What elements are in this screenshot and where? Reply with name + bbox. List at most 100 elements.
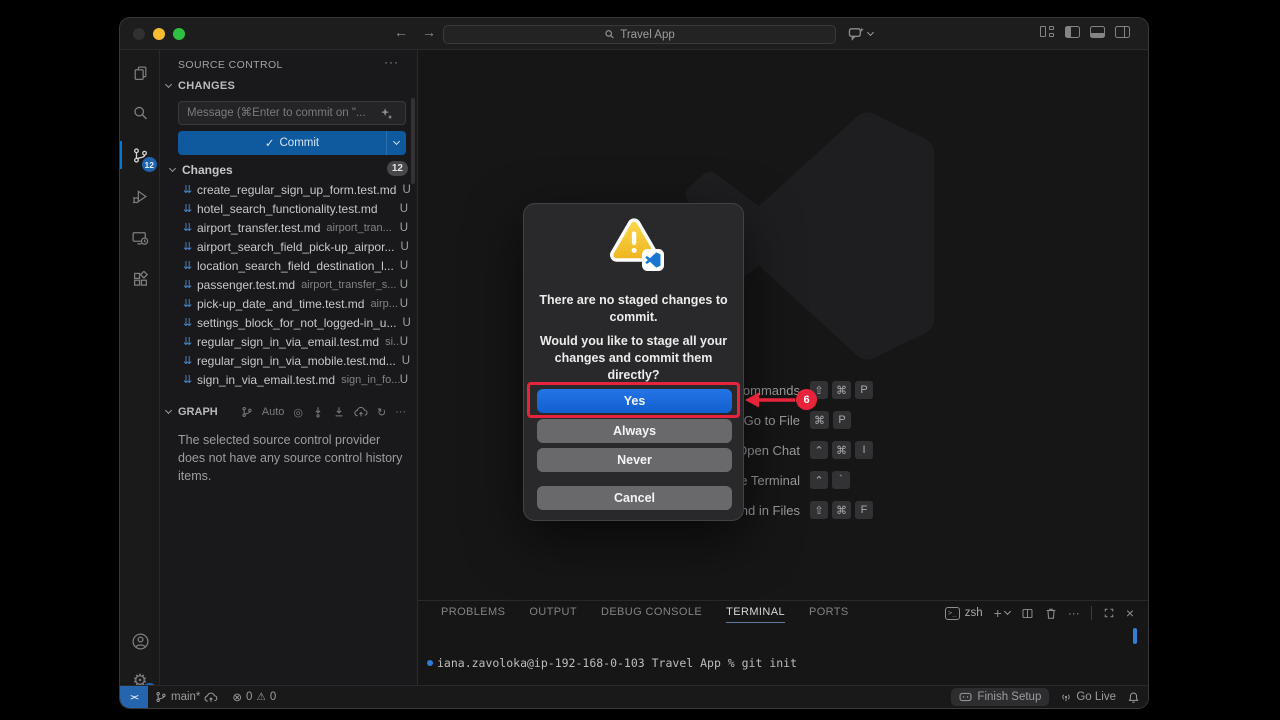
remote-explorer-icon[interactable] bbox=[120, 218, 160, 256]
file-row[interactable]: ⇊sign_in_via_email.test.mdsign_in_fo...U bbox=[160, 370, 418, 389]
never-button[interactable]: Never bbox=[537, 448, 732, 472]
branch-icon[interactable] bbox=[241, 406, 253, 418]
cancel-button[interactable]: Cancel bbox=[537, 486, 732, 510]
accounts-icon[interactable] bbox=[120, 622, 160, 660]
toggle-primary-sidebar-icon[interactable] bbox=[1065, 26, 1080, 38]
file-row[interactable]: ⇊create_regular_sign_up_form.test.mdU bbox=[160, 180, 418, 199]
tab-problems[interactable]: PROBLEMS bbox=[441, 606, 505, 623]
file-row[interactable]: ⇊settings_block_for_not_logged-in_u...U bbox=[160, 313, 418, 332]
test-file-icon: ⇊ bbox=[183, 259, 197, 272]
minimize-window-button[interactable] bbox=[153, 28, 165, 40]
panel-tabs: PROBLEMS OUTPUT DEBUG CONSOLE TERMINAL P… bbox=[441, 606, 849, 623]
zoom-window-button[interactable] bbox=[173, 28, 185, 40]
extensions-icon[interactable] bbox=[120, 260, 160, 298]
copilot-menu[interactable] bbox=[848, 26, 873, 41]
file-row[interactable]: ⇊location_search_field_destination_l...U bbox=[160, 256, 418, 275]
test-file-icon: ⇊ bbox=[183, 221, 197, 234]
publish-cloud-icon bbox=[204, 692, 218, 703]
close-panel-icon[interactable]: × bbox=[1126, 605, 1134, 621]
notifications-bell-icon[interactable] bbox=[1127, 691, 1140, 704]
file-row[interactable]: ⇊pick-up_date_and_time.test.mdairp...U bbox=[160, 294, 418, 313]
forward-icon[interactable]: → bbox=[420, 24, 438, 40]
status-bar: >< main* ⊗ 0 ⚠ 0 Finish Setup Go Live bbox=[120, 685, 1148, 708]
generate-commit-message-icon[interactable] bbox=[380, 107, 393, 120]
file-row[interactable]: ⇊regular_sign_in_via_email.test.mdsi...U bbox=[160, 332, 418, 351]
finish-setup-button[interactable]: Finish Setup bbox=[951, 688, 1049, 706]
tab-debug-console[interactable]: DEBUG CONSOLE bbox=[601, 606, 702, 623]
maximize-panel-icon[interactable] bbox=[1103, 607, 1115, 619]
customize-layout-icon[interactable] bbox=[1040, 26, 1055, 38]
terminal-scrollbar[interactable] bbox=[1133, 628, 1137, 644]
key-cmd: ⌘ bbox=[810, 411, 829, 429]
chevron-down-icon bbox=[165, 407, 172, 414]
tab-output[interactable]: OUTPUT bbox=[529, 606, 577, 623]
kill-terminal-trash-icon[interactable] bbox=[1045, 607, 1057, 620]
test-file-icon: ⇊ bbox=[183, 354, 197, 367]
chevron-down-icon bbox=[1004, 608, 1011, 615]
back-icon[interactable]: ← bbox=[392, 24, 410, 40]
remote-indicator[interactable]: >< bbox=[120, 686, 148, 709]
graph-section-header[interactable]: GRAPH Auto ◎ ↻ ··· bbox=[166, 403, 412, 421]
source-control-icon[interactable]: 12 bbox=[120, 136, 160, 174]
commit-button-label: Commit bbox=[280, 137, 320, 149]
tab-ports[interactable]: PORTS bbox=[809, 606, 849, 623]
file-row[interactable]: ⇊passenger.test.mdairport_transfer_s...U bbox=[160, 275, 418, 294]
graph-empty-message: The selected source control provider doe… bbox=[178, 431, 404, 485]
history-nav: ← → bbox=[392, 24, 438, 40]
test-file-icon: ⇊ bbox=[183, 202, 197, 215]
vscode-badge-icon bbox=[642, 249, 664, 271]
go-live-button[interactable]: Go Live bbox=[1053, 686, 1123, 709]
problems-status-item[interactable]: ⊗ 0 ⚠ 0 bbox=[225, 686, 283, 709]
toggle-secondary-sidebar-icon[interactable] bbox=[1115, 26, 1130, 38]
chevron-down-icon bbox=[165, 81, 172, 88]
more-actions-icon[interactable]: ··· bbox=[1068, 606, 1080, 620]
sidebar-scrollbar[interactable] bbox=[411, 98, 415, 184]
graph-auto-label[interactable]: Auto bbox=[262, 406, 285, 418]
commit-button[interactable]: ✓ Commit bbox=[178, 131, 406, 155]
layout-controls bbox=[1040, 26, 1130, 38]
file-row[interactable]: ⇊regular_sign_in_via_mobile.test.md...U bbox=[160, 351, 418, 370]
target-icon[interactable]: ◎ bbox=[293, 406, 303, 419]
shell-selector[interactable]: >_ zsh bbox=[945, 607, 983, 620]
test-file-icon: ⇊ bbox=[183, 373, 197, 386]
new-terminal-button[interactable]: + bbox=[994, 605, 1010, 621]
always-button[interactable]: Always bbox=[537, 419, 732, 443]
annotation-step-badge: 6 bbox=[796, 389, 817, 410]
scm-count-badge: 12 bbox=[142, 157, 157, 172]
check-icon: ✓ bbox=[265, 136, 275, 150]
file-row[interactable]: ⇊hotel_search_functionality.test.mdU bbox=[160, 199, 418, 218]
changes-tree-header[interactable]: Changes 12 bbox=[170, 161, 410, 179]
search-view-icon[interactable] bbox=[120, 94, 160, 132]
graph-more-icon[interactable]: ··· bbox=[395, 406, 406, 418]
explorer-icon[interactable] bbox=[120, 54, 160, 92]
git-status-untracked: U bbox=[400, 298, 408, 310]
annotation-arrow-icon bbox=[744, 388, 800, 412]
more-actions-icon[interactable]: ··· bbox=[384, 55, 399, 69]
changes-count-badge: 12 bbox=[387, 161, 408, 176]
fetch-icon[interactable] bbox=[312, 406, 324, 418]
git-status-untracked: U bbox=[402, 317, 410, 329]
errors-icon: ⊗ bbox=[232, 690, 242, 704]
close-window-button[interactable] bbox=[133, 28, 145, 40]
branch-status-item[interactable]: main* bbox=[148, 686, 225, 709]
git-status-untracked: U bbox=[402, 184, 410, 196]
git-status-untracked: U bbox=[400, 241, 408, 253]
file-row[interactable]: ⇊airport_transfer.test.mdairport_tran...… bbox=[160, 218, 418, 237]
run-debug-icon[interactable] bbox=[120, 177, 160, 215]
pull-icon[interactable] bbox=[333, 406, 345, 418]
activity-bar: 12 ⚙ 1 bbox=[120, 50, 160, 685]
warnings-icon: ⚠ bbox=[256, 691, 265, 703]
cloud-icon[interactable] bbox=[354, 406, 368, 418]
refresh-icon[interactable]: ↻ bbox=[377, 406, 386, 419]
command-center-search[interactable]: Travel App bbox=[443, 25, 836, 44]
test-file-icon: ⇊ bbox=[183, 297, 197, 310]
commit-message-input[interactable] bbox=[178, 101, 406, 125]
commit-dropdown[interactable] bbox=[386, 131, 406, 155]
tab-terminal[interactable]: TERMINAL bbox=[726, 606, 785, 623]
changes-section-header[interactable]: CHANGES bbox=[166, 80, 235, 92]
split-terminal-icon[interactable] bbox=[1021, 607, 1034, 620]
panel-actions: >_ zsh + ··· × bbox=[945, 605, 1134, 621]
toggle-panel-icon[interactable] bbox=[1090, 26, 1105, 38]
file-row[interactable]: ⇊airport_search_field_pick-up_airpor...U bbox=[160, 237, 418, 256]
search-value: Travel App bbox=[620, 29, 675, 41]
